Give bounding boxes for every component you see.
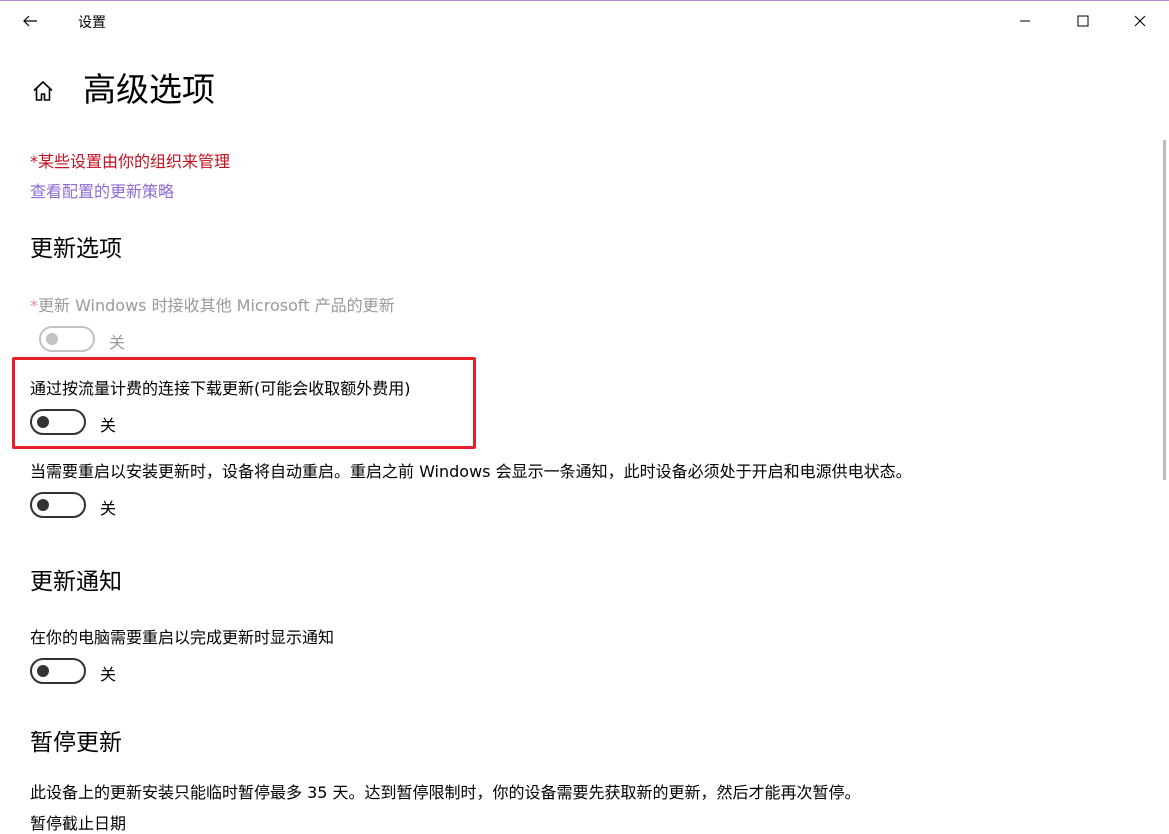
back-button[interactable] xyxy=(10,1,50,41)
metered-connection-toggle-state: 关 xyxy=(100,416,117,435)
auto-restart-toggle-state: 关 xyxy=(100,499,117,518)
app-title: 设置 xyxy=(78,15,106,31)
other-products-label-text: 更新 Windows 时接收其他 Microsoft 产品的更新 xyxy=(38,296,395,315)
minimize-icon xyxy=(1020,20,1030,22)
auto-restart-toggle[interactable] xyxy=(30,492,86,518)
managed-asterisk: * xyxy=(30,296,38,315)
other-products-toggle[interactable] xyxy=(39,326,95,352)
pause-until-label: 暂停截止日期 xyxy=(30,814,127,833)
view-policies-link[interactable]: 查看配置的更新策略 xyxy=(30,178,174,202)
toggle-knob xyxy=(37,499,49,511)
scrollbar[interactable] xyxy=(1163,140,1166,480)
close-button[interactable] xyxy=(1111,1,1169,41)
home-button[interactable] xyxy=(28,76,58,106)
toggle-knob xyxy=(46,333,58,345)
maximize-button[interactable] xyxy=(1054,1,1112,41)
toggle-knob xyxy=(37,416,49,428)
maximize-icon xyxy=(1077,15,1089,27)
section-title-pause-updates: 暂停更新 xyxy=(30,730,122,756)
title-bar: 设置 xyxy=(0,1,1169,41)
restart-notify-toggle[interactable] xyxy=(30,658,86,684)
close-icon xyxy=(1134,15,1146,27)
other-products-toggle-state: 关 xyxy=(109,333,126,352)
highlight-annotation-box xyxy=(12,357,476,449)
restart-notify-label: 在你的电脑需要重启以完成更新时显示通知 xyxy=(30,628,335,647)
managed-by-org-note: *某些设置由你的组织来管理 xyxy=(30,152,231,171)
home-icon xyxy=(33,81,53,101)
auto-restart-label: 当需要重启以安装更新时，设备将自动重启。重启之前 Windows 会显示一条通知… xyxy=(30,462,912,481)
pause-description: 此设备上的更新安装只能临时暂停最多 35 天。达到暂停限制时，你的设备需要先获取… xyxy=(30,783,861,802)
page-title: 高级选项 xyxy=(83,70,215,109)
section-title-update-options: 更新选项 xyxy=(30,236,122,262)
metered-connection-toggle[interactable] xyxy=(30,409,86,435)
metered-connection-label: 通过按流量计费的连接下载更新(可能会收取额外费用) xyxy=(30,379,411,398)
restart-notify-toggle-state: 关 xyxy=(100,665,117,684)
arrow-left-icon xyxy=(23,15,37,27)
toggle-knob xyxy=(37,665,49,677)
section-title-update-notifications: 更新通知 xyxy=(30,569,122,595)
other-products-label: *更新 Windows 时接收其他 Microsoft 产品的更新 xyxy=(30,292,395,316)
minimize-button[interactable] xyxy=(996,1,1054,41)
